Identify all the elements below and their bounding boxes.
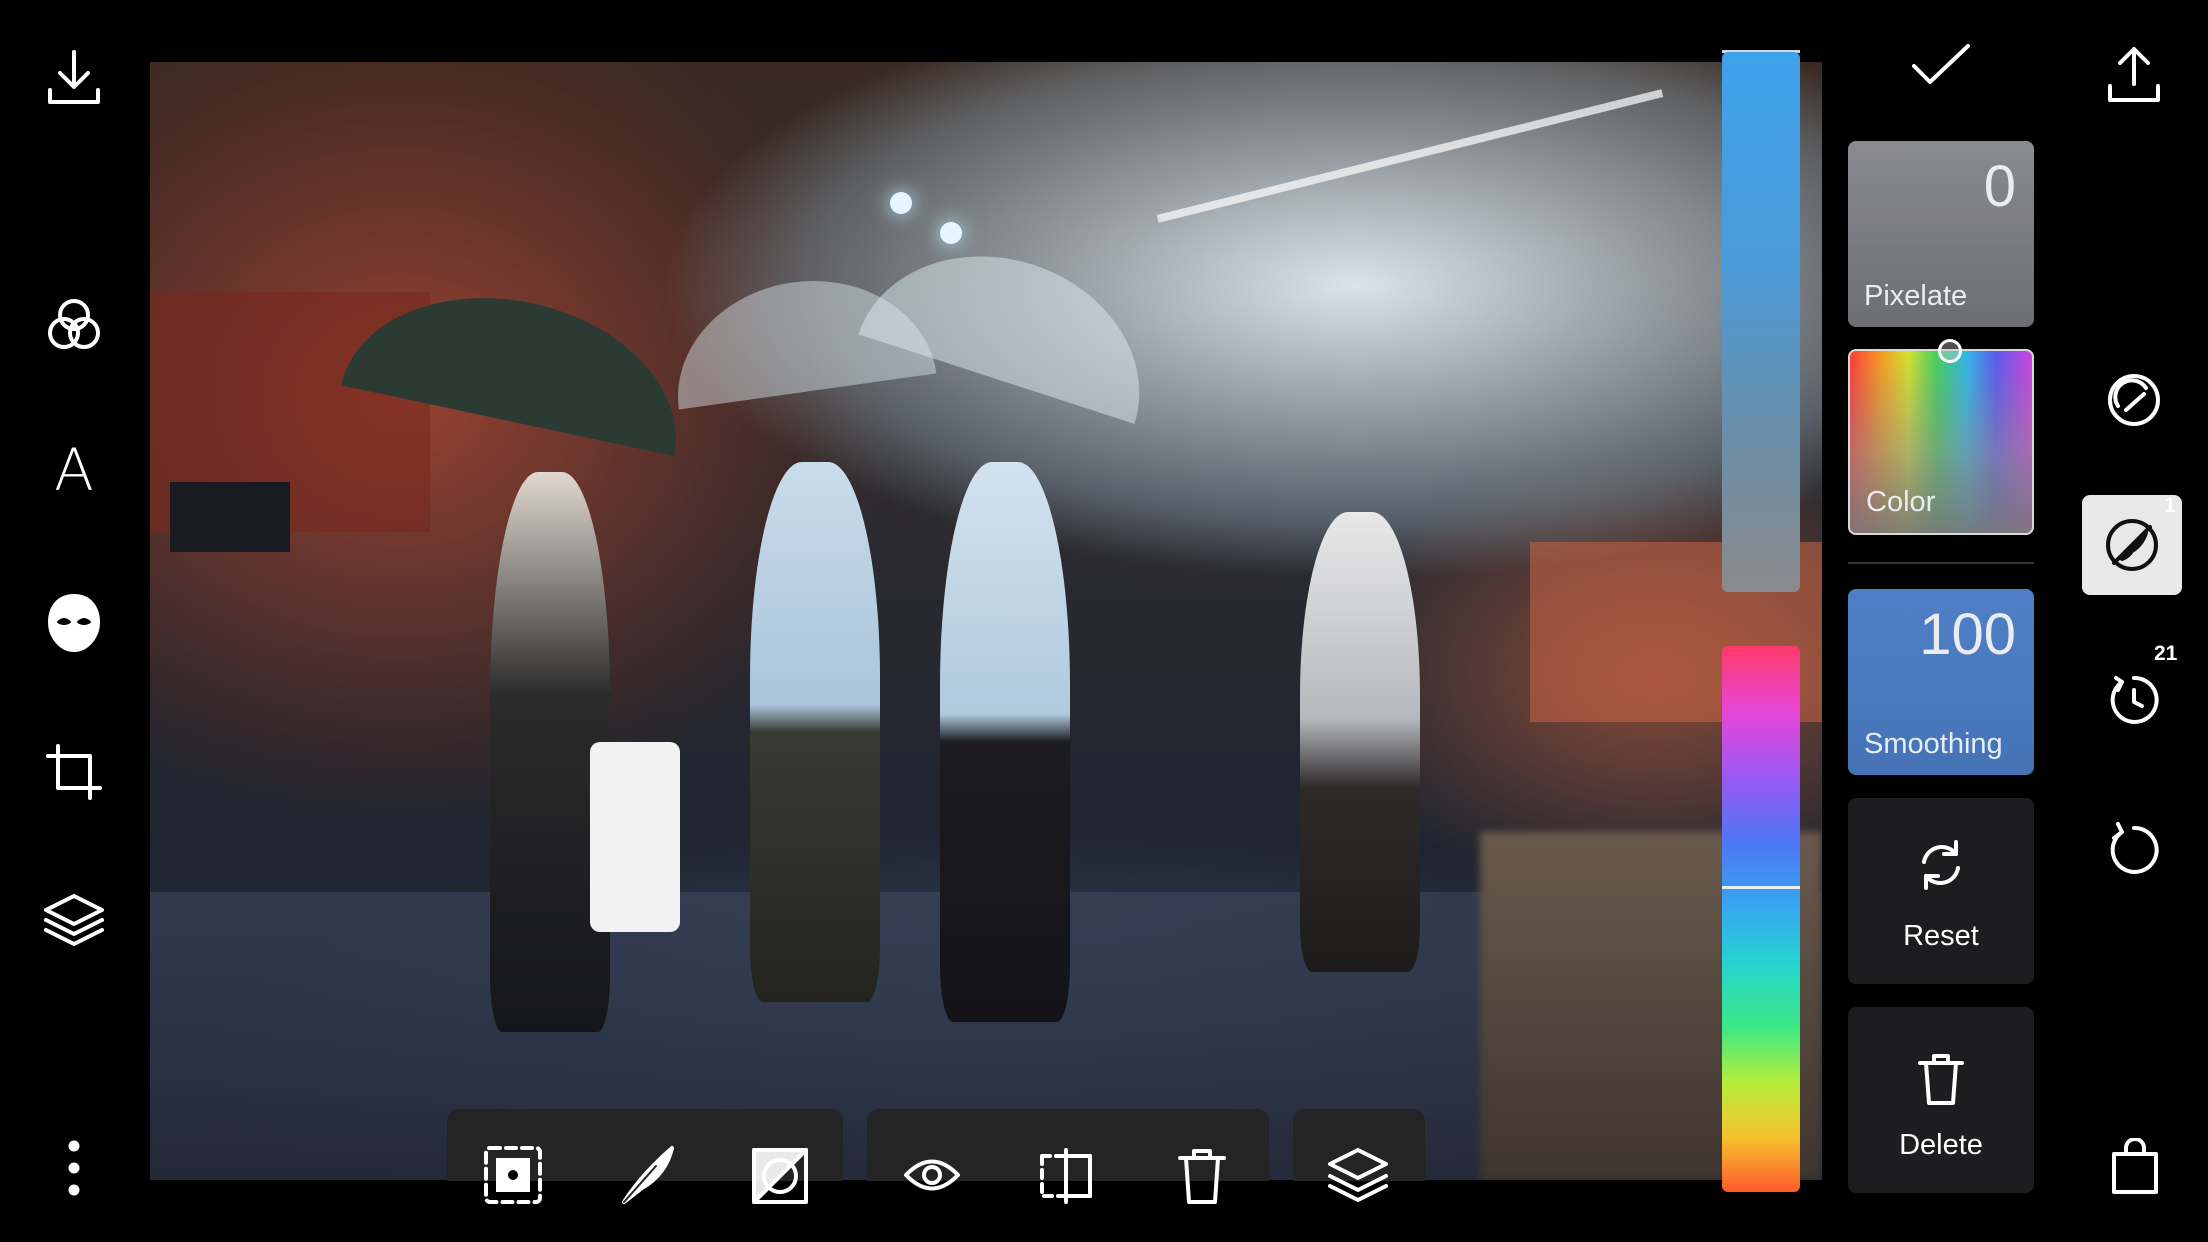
panel-divider: [1848, 562, 2034, 564]
hue-slider[interactable]: [1722, 646, 1800, 1192]
undo-icon[interactable]: [2106, 820, 2162, 876]
layers-icon[interactable]: [42, 892, 106, 948]
reset-button[interactable]: Reset: [1848, 798, 2034, 984]
share-icon[interactable]: [2104, 44, 2164, 104]
ceiling-light: [940, 222, 962, 244]
no-brush-icon: [2102, 515, 2162, 575]
select-region-icon[interactable]: [482, 1144, 544, 1206]
split-icon[interactable]: [1038, 1146, 1094, 1206]
shopping-bag-icon[interactable]: [2110, 1138, 2160, 1194]
history-badge: 21: [2154, 642, 2178, 665]
retouch-icon[interactable]: [2104, 370, 2164, 430]
mask-toggle-icon[interactable]: [750, 1146, 810, 1206]
color-label: Color: [1866, 486, 1936, 518]
person: [750, 462, 880, 1002]
download-icon[interactable]: [44, 46, 104, 106]
text-icon[interactable]: A: [44, 436, 104, 504]
umbrella: [858, 220, 1172, 424]
smoothing-card[interactable]: 100 Smoothing: [1848, 589, 2034, 775]
crop-icon[interactable]: [44, 742, 104, 802]
ceiling-light: [890, 192, 912, 214]
more-vertical-icon[interactable]: [58, 1138, 90, 1198]
smoothing-value: 100: [1919, 602, 2016, 667]
refresh-icon: [1914, 838, 1968, 892]
pixelate-card[interactable]: 0 Pixelate: [1848, 141, 2034, 327]
eye-icon[interactable]: [902, 1152, 962, 1198]
delete-label: Delete: [1899, 1129, 1983, 1161]
color-card[interactable]: Color: [1848, 349, 2034, 535]
feather-icon[interactable]: [620, 1144, 676, 1206]
smoothing-label: Smoothing: [1864, 728, 2003, 760]
pixelate-label: Pixelate: [1864, 280, 1968, 312]
person: [1300, 512, 1420, 972]
delete-button[interactable]: Delete: [1848, 1007, 2034, 1193]
person: [940, 462, 1070, 1022]
brightness-slider[interactable]: [1722, 52, 1800, 592]
trash-icon: [1916, 1051, 1966, 1107]
hue-slider-marker[interactable]: [1722, 886, 1800, 889]
photo-canvas[interactable]: [150, 62, 1822, 1180]
pixelate-value: 0: [1983, 154, 2016, 219]
color-picker-knob[interactable]: [1938, 339, 1962, 363]
shopping-bag: [590, 742, 680, 932]
ceiling-beam: [1156, 89, 1664, 223]
trash-icon[interactable]: [1176, 1146, 1228, 1206]
history-icon[interactable]: [2106, 672, 2162, 728]
face-mask-icon[interactable]: [46, 592, 102, 654]
layers-icon[interactable]: [1326, 1146, 1390, 1206]
stall-sign: [170, 482, 290, 552]
filters-icon[interactable]: [44, 295, 104, 355]
tool-badge: 1: [2164, 494, 2176, 517]
checkmark-icon[interactable]: [1908, 40, 1974, 90]
text-icon-label: A: [54, 436, 94, 504]
reset-label: Reset: [1903, 920, 1979, 952]
